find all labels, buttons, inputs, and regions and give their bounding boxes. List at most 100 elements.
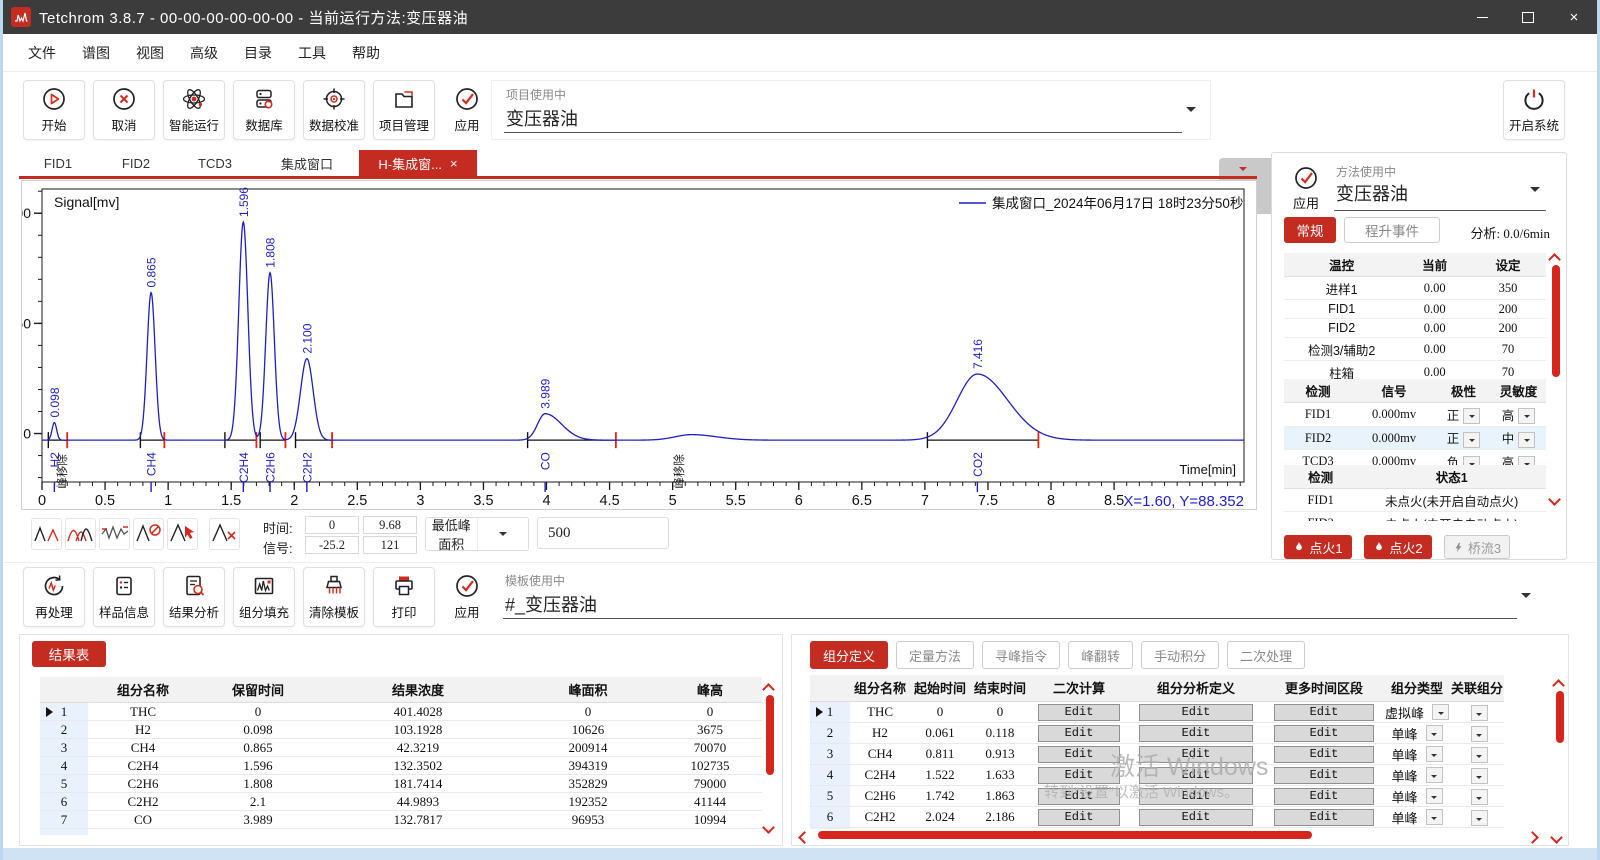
table-row[interactable]: 检测3/辅助20.0070 [1284,338,1546,361]
component-type-dropdown[interactable] [1426,809,1443,825]
linked-component-dropdown[interactable] [1471,726,1488,742]
tab-secondary-processing[interactable]: 二次处理 [1227,641,1305,669]
component-type-dropdown[interactable] [1426,725,1443,741]
start-button[interactable]: 开始 [23,80,85,140]
table-row[interactable]: FID10.00200 [1284,300,1546,319]
project-management-button[interactable]: 项目管理 [373,80,435,140]
secondary-calc-edit-button[interactable]: Edit [1038,704,1120,721]
vertical-scrollbar[interactable] [766,695,774,775]
tab-quant-method[interactable]: 定量方法 [896,641,974,669]
ignite-1-button[interactable]: 点火1 [1284,535,1352,559]
sensitivity-dropdown[interactable] [1518,408,1535,424]
menu-item-directory[interactable]: 目录 [231,39,285,67]
database-button[interactable]: 数据库 [233,80,295,140]
bridge-current-3-button[interactable]: 桥流3 [1444,535,1510,559]
peak-view-button-4[interactable] [133,518,164,550]
table-row[interactable]: 6 C2H22.144.989319235241144 [40,793,762,811]
table-row[interactable]: 1 THC0401.402800 [40,703,762,721]
tab-close-icon[interactable]: × [450,156,458,171]
analysis-definition-edit-button[interactable]: Edit [1139,809,1253,826]
result-analysis-button[interactable]: 结果分析 [163,567,225,627]
time-segments-edit-button[interactable]: Edit [1274,809,1375,826]
peak-view-button-1[interactable] [31,518,62,550]
menu-item-advanced[interactable]: 高级 [177,39,231,67]
tabs-overflow-caret[interactable] [1239,158,1247,176]
time-segments-edit-button[interactable]: Edit [1274,725,1375,742]
tab-component-definition[interactable]: 组分定义 [810,641,888,669]
time-segments-edit-button[interactable]: Edit [1274,788,1375,805]
tab-tcd3[interactable]: TCD3 [175,151,255,176]
tab-h-integration-active[interactable]: H-集成窗... × [359,150,477,176]
peak-view-button-2[interactable] [65,518,96,550]
component-type-dropdown[interactable] [1426,746,1443,762]
min-peak-area-select[interactable]: 最低峰面积 [425,517,529,551]
close-button[interactable]: × [1551,0,1597,34]
clear-template-button[interactable]: 清除模板 [303,567,365,627]
table-row[interactable]: 1 THC00 Edit Edit Edit 虚拟峰 [810,702,1504,723]
secondary-calc-edit-button[interactable]: Edit [1038,809,1120,826]
tab-fid2[interactable]: FID2 [97,151,175,176]
peak-view-button-6[interactable] [209,518,240,550]
secondary-calc-edit-button[interactable]: Edit [1038,746,1120,763]
time-segments-edit-button[interactable]: Edit [1274,746,1375,763]
analysis-definition-edit-button[interactable]: Edit [1139,704,1253,721]
polarity-dropdown[interactable] [1463,408,1480,424]
reprocess-button[interactable]: 再处理 [23,567,85,627]
project-in-use-select[interactable]: 项目使用中 变压器油 [491,80,1211,140]
component-type-dropdown[interactable] [1426,767,1443,783]
time-to-input[interactable] [363,516,417,534]
table-row[interactable]: FID20.00200 [1284,319,1546,338]
signal-to-input[interactable] [363,536,417,554]
tab-fid1[interactable]: FID1 [19,151,97,176]
secondary-calc-edit-button[interactable]: Edit [1038,725,1120,742]
power-on-system-button[interactable]: 开启系统 [1503,80,1565,140]
table-row[interactable]: 6 C2H22.0242.186 Edit Edit Edit 单峰 [810,807,1504,828]
table-row[interactable]: FID2未点火(未开启自动点火) [1284,512,1546,522]
vertical-scrollbar[interactable] [1552,265,1560,377]
linked-component-dropdown[interactable] [1471,705,1488,721]
tab-integration-window[interactable]: 集成窗口 [255,149,359,178]
table-row[interactable]: 2 H20.0610.118 Edit Edit Edit 单峰 [810,723,1504,744]
vertical-scrollbar[interactable] [1556,691,1564,743]
sensitivity-dropdown[interactable] [1518,432,1535,448]
table-row[interactable]: 3 CH40.86542.321920091470070 [40,739,762,757]
time-segments-edit-button[interactable]: Edit [1274,767,1375,784]
table-row[interactable]: FID2 0.000mv 正 中 [1284,426,1546,450]
linked-component-dropdown[interactable] [1471,810,1488,826]
calibration-button[interactable]: 数据校准 [303,80,365,140]
menu-item-tools[interactable]: 工具 [285,39,339,67]
table-row[interactable]: 4 C2H41.596132.3502394319102735 [40,757,762,775]
time-segments-edit-button[interactable]: Edit [1274,704,1375,721]
linked-component-dropdown[interactable] [1471,747,1488,763]
template-in-use-select[interactable]: 模板使用中 #_变压器油 [491,567,1545,625]
tab-peak-flip[interactable]: 峰翻转 [1068,641,1133,669]
chevron-down-icon[interactable] [1530,187,1540,192]
time-from-input[interactable] [305,516,359,534]
table-row[interactable]: FID1未点火(未开启自动点火) [1284,489,1546,512]
table-row[interactable]: 2 H20.098103.1928106263675 [40,721,762,739]
chromatogram[interactable]: 05010000.511.522.533.544.555.566.577.588… [22,181,1256,509]
table-row[interactable]: 5 C2H61.808181.741435282979000 [40,775,762,793]
horizontal-scrollbar[interactable] [818,831,1312,839]
apply-project-button[interactable]: 应用 [443,80,491,140]
apply-template-button[interactable]: 应用 [443,567,491,627]
sample-info-button[interactable]: 样品信息 [93,567,155,627]
smart-run-button[interactable]: 智能运行 [163,80,225,140]
scroll-down-icon[interactable] [1550,491,1559,509]
menu-item-spectrum[interactable]: 谱图 [69,39,123,67]
scroll-right-icon[interactable] [1528,829,1537,847]
scroll-down-icon[interactable] [764,819,773,837]
table-row[interactable]: 7 CO3.989132.78179695310994 [40,811,762,829]
menu-item-view[interactable]: 视图 [123,39,177,67]
table-row[interactable]: 进样10.00350 [1284,277,1546,300]
linked-component-dropdown[interactable] [1471,789,1488,805]
min-peak-area-input[interactable] [537,517,669,549]
ignite-2-button[interactable]: 点火2 [1364,535,1432,559]
peak-view-button-5[interactable] [167,518,198,550]
linked-component-dropdown[interactable] [1471,768,1488,784]
tab-peak-search[interactable]: 寻峰指令 [982,641,1060,669]
menu-item-help[interactable]: 帮助 [339,39,393,67]
signal-from-input[interactable] [305,536,359,554]
chevron-down-icon[interactable] [1521,593,1531,598]
analysis-definition-edit-button[interactable]: Edit [1139,725,1253,742]
